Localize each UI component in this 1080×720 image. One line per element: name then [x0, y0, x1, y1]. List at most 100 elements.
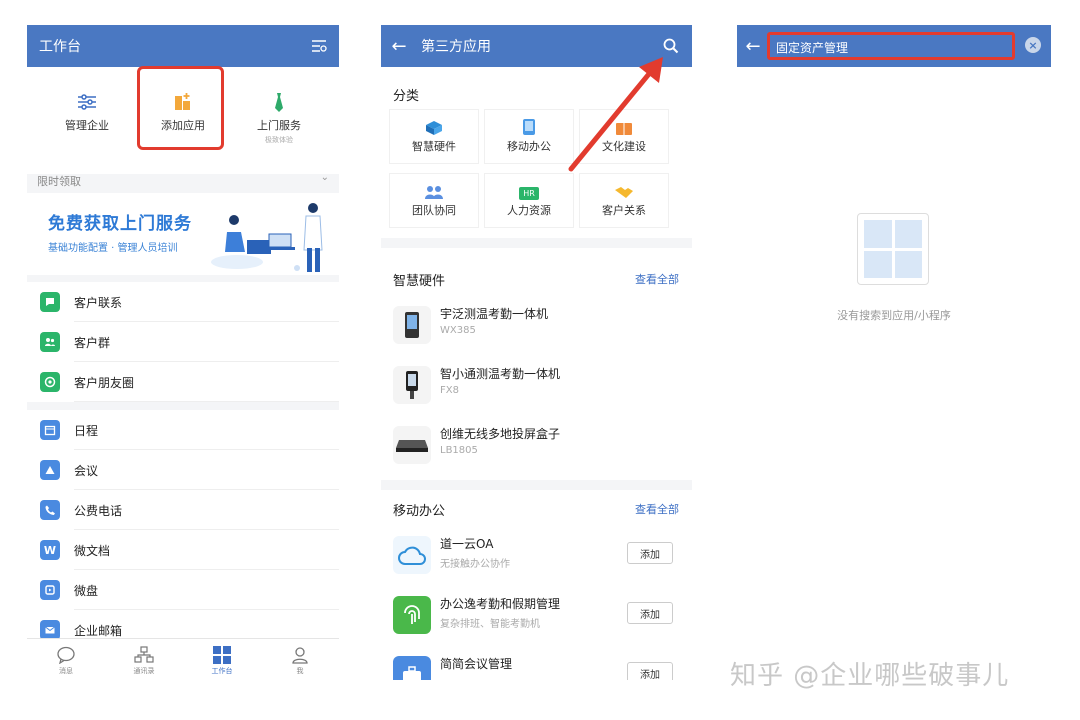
limited-time-label: 限时领取	[37, 175, 81, 188]
moments-icon	[40, 372, 60, 392]
list-item-label: 公费电话	[74, 503, 123, 518]
tools-list: 日程 会议 公费电话 W 微文档 微盘 企业邮箱	[27, 410, 339, 650]
manage-enterprise-label: 管理企业	[65, 119, 109, 132]
add-app-button[interactable]: 添加	[627, 662, 673, 680]
chevron-down-icon: ⌄	[320, 172, 329, 183]
list-item[interactable]: 道一云OA 无接触办公协作 添加	[393, 530, 683, 588]
category-team-collab[interactable]: 团队协同	[389, 173, 479, 228]
list-item-label: 会议	[74, 463, 99, 478]
list-item[interactable]: 简简会议管理 添加	[393, 650, 683, 680]
search-input[interactable]	[776, 38, 1006, 56]
briefcase-icon	[393, 656, 431, 680]
tab-label: 我	[296, 667, 304, 675]
tab-messages[interactable]: 消息	[27, 639, 105, 680]
fingerprint-icon	[393, 596, 431, 634]
view-all-mobile-link[interactable]: 查看全部	[635, 501, 679, 517]
tab-me[interactable]: 我	[261, 639, 339, 680]
categories-title: 分类	[393, 89, 420, 104]
hardware-section-title: 智慧硬件	[393, 274, 446, 289]
team-icon	[390, 174, 478, 202]
list-item[interactable]: 公费电话	[27, 490, 339, 530]
group-icon	[40, 332, 60, 352]
category-mobile-office[interactable]: 移动办公	[484, 109, 574, 164]
chat-bubble-icon	[40, 292, 60, 312]
mail-icon	[40, 620, 60, 640]
banner-title: 免费获取上门服务	[48, 214, 192, 234]
calendar-icon	[40, 420, 60, 440]
customer-list: 客户联系 客户群 客户朋友圈	[27, 282, 339, 402]
back-arrow-icon[interactable]: ←	[381, 25, 417, 67]
search-header: ← ×	[737, 25, 1051, 67]
app-search-screen: ← × 没有搜索到应用/小程序	[737, 25, 1051, 680]
sliders-icon	[42, 87, 132, 117]
cloud-icon	[393, 536, 431, 574]
doc-w-icon: W	[40, 540, 60, 560]
tie-icon	[234, 87, 324, 117]
list-item-label: 客户群	[74, 335, 111, 350]
watermark-text: 知乎 @企业哪些破事儿	[730, 661, 1010, 691]
list-item[interactable]: 日程	[27, 410, 339, 450]
app-name: 简简会议管理	[440, 657, 513, 671]
category-hr[interactable]: HR 人力资源	[484, 173, 574, 228]
manage-enterprise-button[interactable]: 管理企业	[42, 87, 132, 133]
drive-icon	[40, 580, 60, 600]
category-label: 人力资源	[507, 204, 551, 217]
promo-banner[interactable]: 免费获取上门服务 基础功能配置 · 管理人员培训	[27, 193, 339, 275]
limited-time-section[interactable]: 限时领取 ⌄	[27, 165, 339, 195]
app-desc: WX385	[440, 325, 476, 336]
empty-state-icon	[857, 213, 929, 285]
list-item-label: 微文档	[74, 543, 111, 558]
tab-contacts[interactable]: 通讯录	[105, 639, 183, 680]
cube-icon	[390, 110, 478, 138]
grid-icon	[183, 644, 261, 666]
workbench-header: 工作台	[27, 25, 339, 67]
section-divider	[381, 480, 692, 490]
banner-subtitle: 基础功能配置 · 管理人员培训	[48, 243, 178, 254]
bottom-tabbar: 消息 通讯录 工作台 我	[27, 638, 339, 680]
list-item-label: 日程	[74, 423, 99, 438]
list-item[interactable]: 智小通测温考勤一体机 FX8	[393, 360, 683, 418]
add-app-button[interactable]: 添加	[627, 602, 673, 624]
hr-badge: HR	[519, 187, 539, 200]
list-item[interactable]: 微盘	[27, 570, 339, 610]
page-title: 工作台	[39, 39, 81, 55]
list-item[interactable]: W 微文档	[27, 530, 339, 570]
list-item[interactable]: 创维无线多地投屏盒子 LB1805	[393, 420, 683, 478]
app-name: 智小通测温考勤一体机	[440, 367, 561, 381]
list-item-label: 企业邮箱	[74, 623, 123, 638]
list-item[interactable]: 办公逸考勤和假期管理 复杂排班、智能考勤机 添加	[393, 590, 683, 648]
category-label: 智慧硬件	[412, 140, 456, 153]
category-label: 移动办公	[507, 140, 551, 153]
phone-icon	[40, 500, 60, 520]
page-title: 第三方应用	[421, 39, 491, 55]
tab-workbench[interactable]: 工作台	[183, 639, 261, 680]
device-kiosk-icon	[393, 366, 431, 404]
onsite-service-sublabel: 极致体验	[265, 136, 293, 144]
list-item[interactable]: 客户朋友圈	[27, 362, 339, 402]
clear-icon[interactable]: ×	[1025, 37, 1041, 53]
empty-state-text: 没有搜索到应用/小程序	[837, 309, 951, 322]
hr-badge-icon: HR	[485, 174, 573, 202]
back-arrow-icon[interactable]: ←	[737, 25, 769, 67]
list-item-label: 客户联系	[74, 295, 123, 310]
tab-label: 消息	[59, 667, 73, 675]
category-label: 客户关系	[602, 204, 646, 217]
add-app-button[interactable]: 添加	[627, 542, 673, 564]
list-item-label: 客户朋友圈	[74, 375, 135, 390]
device-box-icon	[393, 426, 431, 464]
tab-label: 工作台	[211, 667, 233, 675]
list-item[interactable]: 客户群	[27, 322, 339, 362]
list-item[interactable]: 宇泛测温考勤一体机 WX385	[393, 300, 683, 358]
handshake-icon	[580, 174, 668, 202]
list-item[interactable]: 客户联系	[27, 282, 339, 322]
category-smart-hardware[interactable]: 智慧硬件	[389, 109, 479, 164]
app-desc: FX8	[440, 385, 459, 396]
menu-settings-icon[interactable]	[311, 38, 327, 58]
onsite-service-button[interactable]: 上门服务 极致体验	[234, 87, 324, 145]
category-customer[interactable]: 客户关系	[579, 173, 669, 228]
app-desc: 复杂排班、智能考勤机	[440, 619, 540, 630]
highlight-add-app	[137, 66, 224, 150]
list-item-label: 微盘	[74, 583, 99, 598]
list-item[interactable]: 会议	[27, 450, 339, 490]
view-all-hardware-link[interactable]: 查看全部	[635, 271, 679, 287]
